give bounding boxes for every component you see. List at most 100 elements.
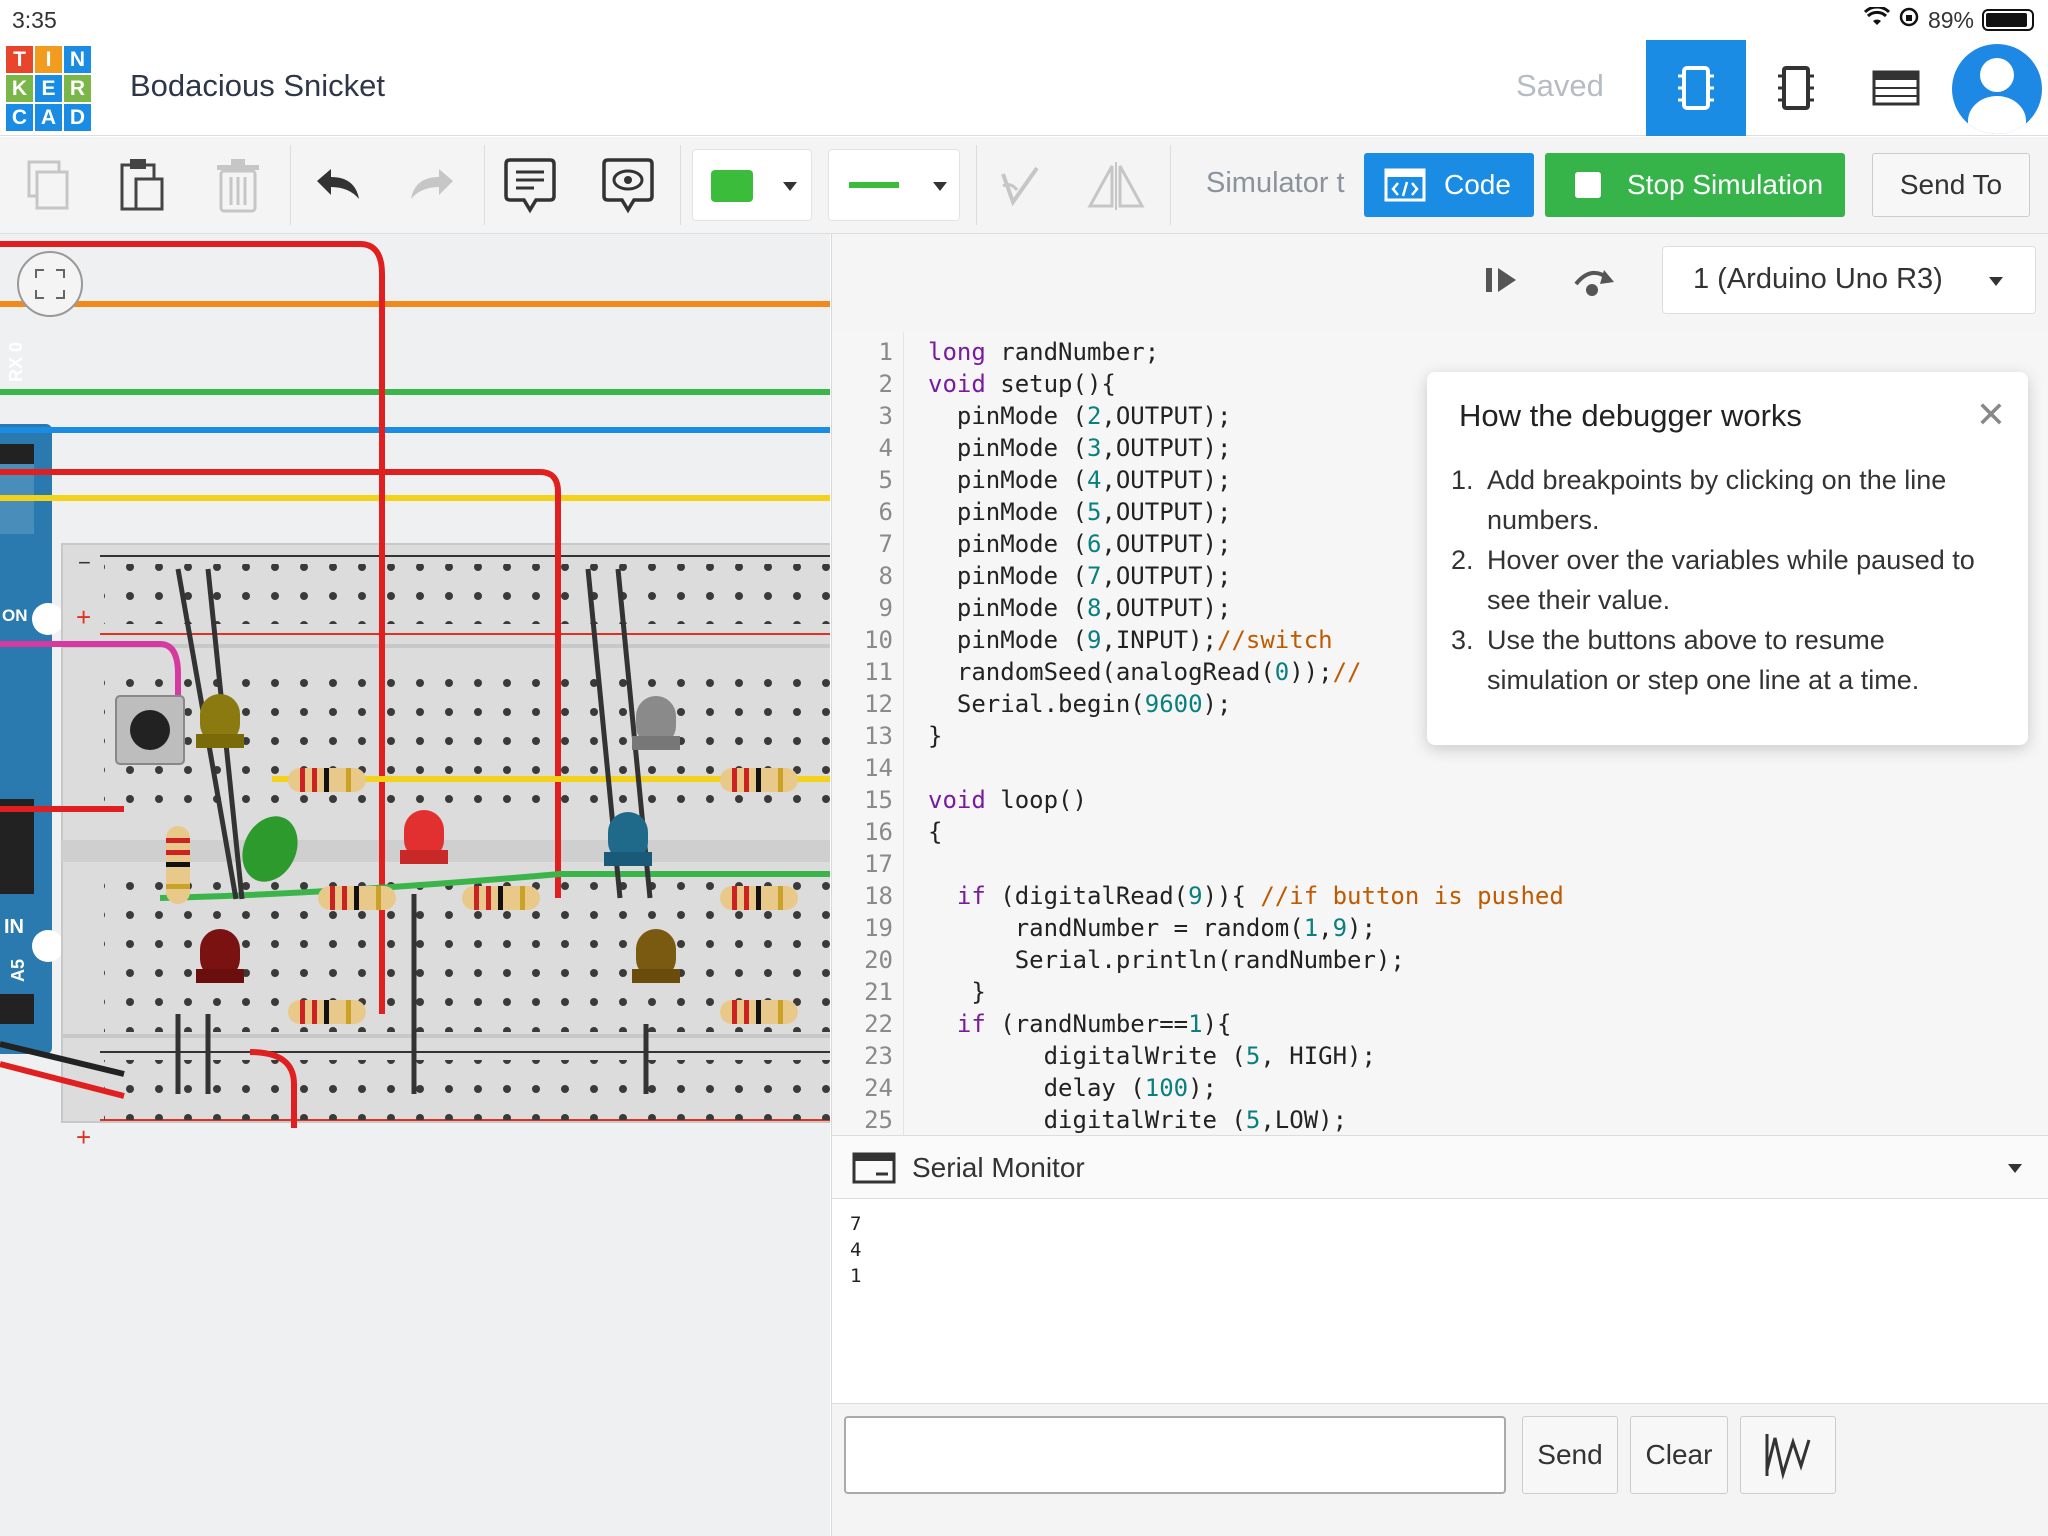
line-number[interactable]: 13	[864, 722, 893, 750]
line-number[interactable]: 23	[864, 1042, 893, 1070]
line-number[interactable]: 5	[879, 466, 893, 494]
step-over-button[interactable]	[1570, 262, 1618, 303]
code-line[interactable]: pinMode (7,OUTPUT);	[928, 562, 1232, 590]
code-line[interactable]: }	[928, 722, 942, 750]
clear-button[interactable]: Clear	[1630, 1416, 1728, 1494]
arduino-label-on: ON	[2, 606, 28, 625]
line-number[interactable]: 9	[879, 594, 893, 622]
code-line[interactable]: pinMode (4,OUTPUT);	[928, 466, 1232, 494]
line-number[interactable]: 2	[879, 370, 893, 398]
resume-icon	[1486, 268, 1516, 292]
paste-button[interactable]	[110, 149, 174, 221]
resume-button[interactable]	[1482, 264, 1522, 301]
chevron-down-icon[interactable]	[2008, 1164, 2022, 1173]
rotate-button[interactable]	[990, 149, 1050, 221]
code-line[interactable]: pinMode (5,OUTPUT);	[928, 498, 1232, 526]
send-to-button[interactable]: Send To	[1872, 153, 2030, 217]
code-line[interactable]: }	[928, 978, 985, 1006]
eye-note-icon	[602, 158, 654, 214]
step-text: Add breakpoints by clicking on the line …	[1487, 465, 1947, 535]
code-line[interactable]: pinMode (6,OUTPUT);	[928, 530, 1232, 558]
send-button[interactable]: Send	[1522, 1416, 1618, 1494]
code-line[interactable]: digitalWrite (5, HIGH);	[928, 1042, 1376, 1070]
line-number[interactable]: 11	[864, 658, 893, 686]
code-line[interactable]: if (randNumber==1){	[928, 1010, 1232, 1038]
project-title[interactable]: Bodacious Snicket	[130, 68, 385, 104]
circuit-icon	[1678, 66, 1714, 110]
stop-simulation-button[interactable]: Stop Simulation	[1545, 153, 1845, 217]
line-number[interactable]: 4	[879, 434, 893, 462]
line-number[interactable]: 20	[864, 946, 893, 974]
line-number[interactable]: 18	[864, 882, 893, 910]
line-number[interactable]: 25	[864, 1106, 893, 1134]
wire-type-dropdown[interactable]	[828, 149, 960, 221]
line-number[interactable]: 17	[864, 850, 893, 878]
code-line[interactable]: Serial.println(randNumber);	[928, 946, 1405, 974]
undo-button[interactable]	[306, 149, 370, 221]
device-selector[interactable]: 1 (Arduino Uno R3)	[1662, 246, 2036, 314]
code-line[interactable]: randNumber = random(1,9);	[928, 914, 1376, 942]
step-number: 2.	[1451, 545, 1474, 575]
toggle-notes-visibility-button[interactable]	[596, 149, 660, 221]
wire-color-dropdown[interactable]	[692, 149, 812, 221]
graph-button[interactable]	[1740, 1416, 1836, 1494]
delete-button[interactable]	[206, 149, 270, 221]
popover-title: How the debugger works	[1459, 398, 1802, 433]
serial-monitor-header[interactable]: Serial Monitor	[832, 1135, 2048, 1199]
line-number[interactable]: 7	[879, 530, 893, 558]
line-number[interactable]: 16	[864, 818, 893, 846]
close-icon[interactable]: ✕	[1976, 394, 2006, 436]
line-number[interactable]: 6	[879, 498, 893, 526]
line-number-gutter[interactable]: 1 2 3 4 5 6 7 8 9 10 11 12 13 14 15 16 1…	[832, 332, 904, 1135]
serial-monitor-icon	[852, 1152, 896, 1184]
code-line[interactable]: Serial.begin(9600);	[928, 690, 1232, 718]
circuit-canvas[interactable]: RX 0 ON IN A5 − + +	[0, 234, 830, 1536]
code-line[interactable]: digitalWrite (5,LOW);	[928, 1106, 1347, 1134]
line-number[interactable]: 12	[864, 690, 893, 718]
code-line[interactable]: pinMode (2,OUTPUT);	[928, 402, 1232, 430]
code-line[interactable]: void setup(){	[928, 370, 1116, 398]
code-line[interactable]: delay (100);	[928, 1074, 1217, 1102]
logo-letter: I	[35, 46, 62, 73]
line-number[interactable]: 21	[864, 978, 893, 1006]
code-line[interactable]: if (digitalRead(9)){ //if button is push…	[928, 882, 1564, 910]
copy-button[interactable]	[16, 149, 80, 221]
tinkercad-logo[interactable]: T I N K E R C A D	[6, 46, 92, 132]
line-number[interactable]: 14	[864, 754, 893, 782]
code-line[interactable]: {	[928, 818, 942, 846]
line-number[interactable]: 10	[864, 626, 893, 654]
circuit-drawing[interactable]	[0, 234, 830, 1536]
code-line[interactable]: pinMode (8,OUTPUT);	[928, 594, 1232, 622]
device-selector-label: 1 (Arduino Uno R3)	[1693, 263, 1943, 295]
line-number[interactable]: 3	[879, 402, 893, 430]
user-avatar[interactable]	[1952, 44, 2042, 134]
line-number[interactable]: 22	[864, 1010, 893, 1038]
resistor	[288, 768, 366, 792]
flip-button[interactable]	[1084, 149, 1148, 221]
resistor	[720, 1000, 798, 1024]
code-line[interactable]: pinMode (3,OUTPUT);	[928, 434, 1232, 462]
notes-button[interactable]	[498, 149, 562, 221]
code-button[interactable]: Code	[1364, 153, 1534, 217]
logo-letter: N	[64, 46, 91, 73]
line-number[interactable]: 19	[864, 914, 893, 942]
serial-input[interactable]	[844, 1416, 1506, 1494]
schematic-view-button[interactable]	[1746, 40, 1846, 136]
code-line[interactable]: randomSeed(analogRead(0));//	[928, 658, 1362, 686]
wire-type-preview	[849, 182, 899, 188]
logo-letter: K	[6, 75, 33, 102]
serial-input-bar: Send Clear	[832, 1403, 2048, 1536]
redo-button[interactable]	[400, 149, 464, 221]
logo-letter: C	[6, 104, 33, 131]
line-number[interactable]: 15	[864, 786, 893, 814]
line-number[interactable]: 24	[864, 1074, 893, 1102]
line-number[interactable]: 1	[879, 338, 893, 366]
status-bar: 3:35 89%	[0, 0, 2048, 40]
code-line[interactable]: long randNumber;	[928, 338, 1159, 366]
rotation-lock-icon	[1898, 6, 1920, 34]
component-list-button[interactable]	[1846, 40, 1946, 136]
code-line[interactable]: pinMode (9,INPUT);//switch	[928, 626, 1333, 654]
code-line[interactable]: void loop()	[928, 786, 1087, 814]
line-number[interactable]: 8	[879, 562, 893, 590]
circuit-view-button[interactable]	[1646, 40, 1746, 136]
